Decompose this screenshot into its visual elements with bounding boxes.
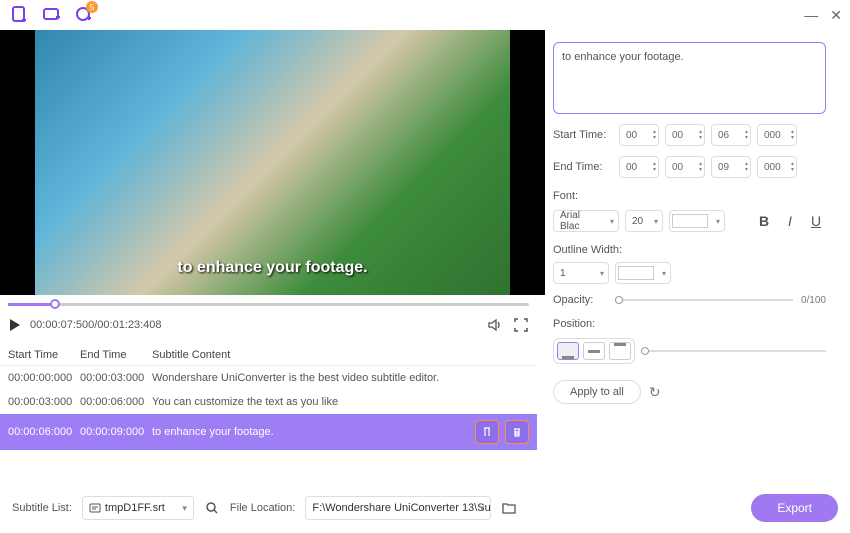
delete-button[interactable] [505, 420, 529, 444]
table-row[interactable]: 00:00:06:000 00:00:09:000 to enhance you… [0, 414, 537, 450]
subtitle-table: Start Time End Time Subtitle Content 00:… [0, 345, 537, 450]
file-location-input[interactable]: F:\Wondershare UniConverter 13\SubEdi [305, 496, 491, 520]
opacity-value: 0/100 [801, 295, 826, 306]
outline-color-select[interactable] [615, 262, 671, 284]
minimize-button[interactable]: — [804, 7, 818, 24]
opacity-slider[interactable] [615, 299, 793, 301]
col-start: Start Time [8, 349, 80, 361]
folder-icon[interactable] [501, 500, 517, 516]
titlebar: 5 — ✕ [0, 0, 850, 30]
start-hh-stepper[interactable]: 00 [619, 124, 659, 146]
video-caption: to enhance your footage. [177, 259, 367, 277]
font-family-select[interactable]: Arial Blac [553, 210, 619, 232]
add-file-icon[interactable] [8, 3, 32, 27]
apply-to-all-button[interactable]: Apply to all [553, 380, 641, 404]
col-end: End Time [80, 349, 152, 361]
position-top-button[interactable] [609, 342, 631, 360]
end-ss-stepper[interactable]: 09 [711, 156, 751, 178]
file-location-label: File Location: [230, 502, 295, 514]
bottom-bar: Subtitle List: tmpD1FF.srt File Location… [0, 483, 850, 533]
timecode: 00:00:07:500/00:01:23:408 [30, 319, 162, 331]
position-middle-button[interactable] [583, 342, 605, 360]
table-row[interactable]: 00:00:03:000 00:00:06:000 You can custom… [0, 390, 537, 414]
italic-button[interactable]: I [780, 211, 800, 231]
font-label: Font: [553, 190, 826, 202]
font-color-select[interactable] [669, 210, 725, 232]
video-progress[interactable] [8, 303, 529, 311]
add-subtitle-icon[interactable] [40, 3, 64, 27]
reset-icon[interactable]: ↻ [649, 384, 661, 401]
position-slider[interactable] [641, 350, 826, 352]
add-marker-icon[interactable]: 5 [72, 3, 96, 27]
end-mm-stepper[interactable]: 00 [665, 156, 705, 178]
play-button[interactable] [8, 318, 22, 332]
col-content: Subtitle Content [152, 349, 529, 361]
export-button[interactable]: Export [751, 494, 838, 522]
position-label: Position: [553, 318, 826, 330]
fullscreen-icon[interactable] [513, 317, 529, 333]
search-icon[interactable] [204, 500, 220, 516]
end-ms-stepper[interactable]: 000 [757, 156, 797, 178]
table-row[interactable]: 00:00:00:000 00:00:03:000 Wondershare Un… [0, 366, 537, 390]
subtitle-list-label: Subtitle List: [12, 502, 72, 514]
underline-button[interactable]: U [806, 211, 826, 231]
outline-label: Outline Width: [553, 244, 826, 256]
subtitle-text-input[interactable]: to enhance your footage. [553, 42, 826, 114]
start-ss-stepper[interactable]: 06 [711, 124, 751, 146]
video-preview: to enhance your footage. [0, 30, 545, 295]
edit-timing-button[interactable] [475, 420, 499, 444]
end-hh-stepper[interactable]: 00 [619, 156, 659, 178]
opacity-label: Opacity: [553, 294, 607, 306]
start-ms-stepper[interactable]: 000 [757, 124, 797, 146]
end-time-label: End Time: [553, 161, 619, 173]
outline-width-select[interactable]: 1 [553, 262, 609, 284]
position-bottom-button[interactable] [557, 342, 579, 360]
subtitle-list-select[interactable]: tmpD1FF.srt [82, 496, 194, 520]
start-time-label: Start Time: [553, 129, 619, 141]
close-button[interactable]: ✕ [830, 7, 842, 24]
badge: 5 [86, 1, 98, 13]
start-mm-stepper[interactable]: 00 [665, 124, 705, 146]
bold-button[interactable]: B [754, 211, 774, 231]
volume-icon[interactable] [487, 317, 503, 333]
font-size-select[interactable]: 20 [625, 210, 663, 232]
